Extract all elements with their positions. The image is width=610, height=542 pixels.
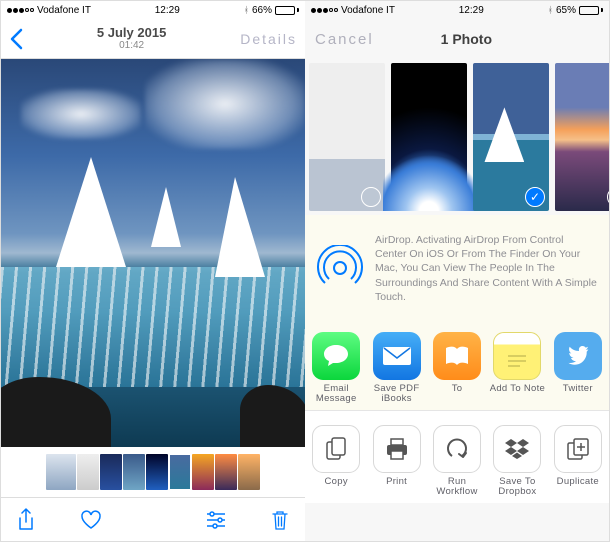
photo-picker-row[interactable]: ✓ (305, 59, 609, 215)
nav-bar: 5 July 2015 01:42 Details (1, 19, 305, 59)
signal-strength-icon (311, 8, 338, 13)
share-sheet-screen: Vodafone IT 12:29 ᚼ 65% Cancel 1 Photo ✓ (305, 1, 609, 541)
adjust-button[interactable] (205, 511, 227, 529)
battery-icon (275, 6, 299, 15)
share-button[interactable] (17, 508, 35, 532)
carrier-label: Vodafone IT (341, 5, 395, 16)
share-twitter[interactable]: Twitter (549, 332, 607, 406)
action-label: Duplicate (557, 477, 599, 499)
share-label: Add To Note (490, 384, 545, 406)
selection-count: 1 Photo (441, 31, 492, 47)
battery-icon (579, 6, 603, 15)
photo-time: 01:42 (97, 40, 166, 51)
share-apps-row: Email Message Save PDF iBooks To Add To … (305, 322, 609, 410)
photo-date: 5 July 2015 (97, 26, 166, 40)
share-label: Save PDF iBooks (367, 384, 425, 406)
cancel-button[interactable]: Cancel (315, 31, 374, 48)
picker-item[interactable] (391, 63, 467, 211)
action-label: Run Workflow (428, 477, 486, 499)
notes-icon (493, 332, 541, 380)
picker-item[interactable] (555, 63, 609, 211)
status-bar: Vodafone IT 12:29 ᚼ 66% (1, 1, 305, 19)
selection-ring-icon[interactable] (443, 187, 463, 207)
bluetooth-icon: ᚼ (548, 5, 553, 15)
thumbnail[interactable] (146, 454, 168, 490)
share-message[interactable]: Email Message (307, 332, 365, 406)
airdrop-section[interactable]: AirDrop. Activating AirDrop From Control… (305, 215, 609, 322)
share-label: To (452, 384, 463, 406)
action-duplicate[interactable]: Duplicate (549, 425, 607, 499)
duplicate-icon (554, 425, 602, 473)
details-button[interactable]: Details (240, 31, 297, 47)
share-save-pdf[interactable]: Save PDF iBooks (367, 332, 425, 406)
action-label: Save To Dropbox (488, 477, 546, 499)
share-notes[interactable]: Add To Note (488, 332, 546, 406)
selection-ring-icon[interactable] (361, 187, 381, 207)
favorite-button[interactable] (80, 510, 102, 530)
airdrop-description: AirDrop. Activating AirDrop From Control… (375, 233, 597, 304)
action-workflow[interactable]: Run Workflow (428, 425, 486, 499)
thumbnail[interactable] (46, 454, 76, 490)
mail-envelope-icon (373, 332, 421, 380)
selection-checked-icon[interactable]: ✓ (525, 187, 545, 207)
bottom-toolbar (1, 497, 305, 541)
selection-ring-icon[interactable] (607, 187, 609, 207)
thumbnail[interactable] (100, 454, 122, 490)
ibooks-icon (433, 332, 481, 380)
airdrop-icon (317, 245, 363, 291)
battery-percent: 66% (252, 5, 272, 16)
share-label: Twitter (563, 384, 593, 406)
thumbnail-selected[interactable] (169, 454, 191, 490)
clock: 12:29 (459, 5, 484, 16)
signal-strength-icon (7, 8, 34, 13)
message-bubble-icon (312, 332, 360, 380)
action-copy[interactable]: Copy (307, 425, 365, 499)
thumbnail-scrubber[interactable] (1, 447, 305, 497)
action-label: Copy (325, 477, 348, 499)
back-button[interactable] (9, 28, 23, 50)
action-label: Print (386, 477, 407, 499)
bluetooth-icon: ᚼ (244, 5, 249, 15)
share-ibooks[interactable]: To (428, 332, 486, 406)
status-bar: Vodafone IT 12:29 ᚼ 65% (305, 1, 609, 19)
dropbox-icon (493, 425, 541, 473)
actions-row: Copy Print Run Workflow Save To Dropbox … (305, 410, 609, 503)
print-icon (373, 425, 421, 473)
share-nav-bar: Cancel 1 Photo (305, 19, 609, 59)
action-print[interactable]: Print (367, 425, 425, 499)
thumbnail[interactable] (192, 454, 214, 490)
battery-percent: 65% (556, 5, 576, 16)
thumbnail[interactable] (238, 454, 260, 490)
picker-item[interactable] (309, 63, 385, 211)
twitter-icon (554, 332, 602, 380)
picker-item-selected[interactable]: ✓ (473, 63, 549, 211)
carrier-label: Vodafone IT (37, 5, 91, 16)
photo-detail-screen: Vodafone IT 12:29 ᚼ 66% 5 July 2015 01:4… (1, 1, 305, 541)
thumbnail[interactable] (123, 454, 145, 490)
thumbnail[interactable] (215, 454, 237, 490)
photo-viewer[interactable] (1, 59, 305, 447)
clock: 12:29 (155, 5, 180, 16)
copy-icon (312, 425, 360, 473)
nav-title: 5 July 2015 01:42 (97, 26, 166, 51)
share-label: Email Message (307, 384, 365, 406)
delete-button[interactable] (271, 509, 289, 531)
action-dropbox[interactable]: Save To Dropbox (488, 425, 546, 499)
workflow-icon (433, 425, 481, 473)
thumbnail[interactable] (77, 454, 99, 490)
